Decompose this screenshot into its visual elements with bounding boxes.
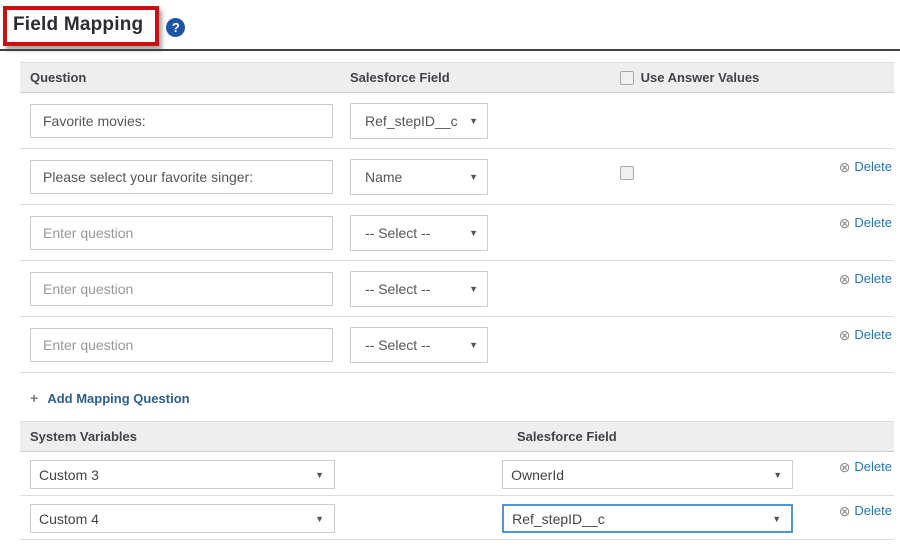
chevron-down-icon: ▼	[469, 284, 478, 294]
salesforce-field-select[interactable]: Ref_stepID__c ▼	[350, 103, 488, 139]
salesforce-field-value: Ref_stepID__c	[512, 511, 605, 527]
annotation-highlight-box: Field Mapping	[3, 6, 159, 46]
delete-circle-x-icon: ⊗	[839, 272, 851, 286]
chevron-down-icon: ▼	[315, 514, 324, 524]
use-answer-values-checkbox[interactable]	[620, 71, 634, 85]
table-row: --Select-- ▼ --Select-- ▼ ⊗ Delete	[20, 540, 894, 548]
table-row: Custom 4 ▼ Ref_stepID__c ▼ ⊗ Delete	[20, 496, 894, 540]
question-input[interactable]	[30, 160, 333, 194]
salesforce-field-select[interactable]: OwnerId ▼	[502, 460, 793, 489]
delete-label: Delete	[854, 159, 892, 174]
salesforce-field-select[interactable]: Name ▼	[350, 159, 488, 195]
salesforce-field-value: -- Select --	[365, 281, 430, 297]
column-header-use-answer-values: Use Answer Values	[498, 70, 790, 86]
question-table-header: Question Salesforce Field Use Answer Val…	[20, 62, 894, 93]
system-variable-select[interactable]: Custom 3 ▼	[30, 460, 335, 489]
column-header-system-variables: System Variables	[30, 429, 517, 444]
delete-label: Delete	[854, 459, 892, 474]
delete-label: Delete	[854, 271, 892, 286]
delete-button[interactable]: ⊗ Delete	[839, 327, 892, 342]
use-answer-values-row-checkbox[interactable]	[620, 166, 634, 180]
column-header-salesforce-field: Salesforce Field	[350, 70, 498, 85]
help-icon[interactable]: ?	[166, 18, 185, 37]
table-row: -- Select -- ▼ ⊗ Delete	[20, 205, 894, 261]
delete-label: Delete	[854, 327, 892, 342]
chevron-down-icon: ▼	[469, 340, 478, 350]
delete-button[interactable]: ⊗ Delete	[839, 271, 892, 286]
delete-circle-x-icon: ⊗	[839, 460, 851, 474]
chevron-down-icon: ▼	[469, 228, 478, 238]
page-header: Field Mapping ?	[0, 0, 900, 48]
page-title: Field Mapping	[13, 14, 143, 35]
system-table-header: System Variables Salesforce Field	[20, 421, 894, 452]
delete-circle-x-icon: ⊗	[839, 216, 851, 230]
delete-circle-x-icon: ⊗	[839, 504, 851, 518]
system-variable-value: Custom 4	[39, 511, 99, 527]
salesforce-field-select[interactable]: -- Select -- ▼	[350, 327, 488, 363]
table-row: Name ▼ ⊗ Delete	[20, 149, 894, 205]
table-row: -- Select -- ▼ ⊗ Delete	[20, 261, 894, 317]
delete-button[interactable]: ⊗ Delete	[839, 503, 892, 518]
add-mapping-question-button[interactable]: + Add Mapping Question	[30, 391, 190, 406]
column-header-salesforce-field: Salesforce Field	[517, 429, 790, 444]
delete-button[interactable]: ⊗ Delete	[839, 215, 892, 230]
salesforce-field-select[interactable]: -- Select -- ▼	[350, 215, 488, 251]
add-mapping-question-label: Add Mapping Question	[47, 391, 189, 406]
question-input[interactable]	[30, 328, 333, 362]
delete-label: Delete	[854, 503, 892, 518]
question-input[interactable]	[30, 104, 333, 138]
table-row: Ref_stepID__c ▼	[20, 93, 894, 149]
salesforce-field-value: -- Select --	[365, 225, 430, 241]
question-input[interactable]	[30, 216, 333, 250]
salesforce-field-select-focused[interactable]: Ref_stepID__c ▼	[502, 504, 793, 533]
salesforce-field-value: OwnerId	[511, 467, 564, 483]
salesforce-field-value: Ref_stepID__c	[365, 113, 458, 129]
table-row: -- Select -- ▼ ⊗ Delete	[20, 317, 894, 373]
salesforce-field-value: Name	[365, 169, 402, 185]
salesforce-field-select[interactable]: -- Select -- ▼	[350, 271, 488, 307]
chevron-down-icon: ▼	[469, 116, 478, 126]
table-row: Custom 3 ▼ OwnerId ▼ ⊗ Delete	[20, 452, 894, 496]
chevron-down-icon: ▼	[773, 470, 782, 480]
delete-button[interactable]: ⊗ Delete	[839, 159, 892, 174]
system-variable-value: Custom 3	[39, 467, 99, 483]
delete-circle-x-icon: ⊗	[839, 328, 851, 342]
system-variables-table: System Variables Salesforce Field Custom…	[20, 421, 894, 548]
question-mapping-table: Question Salesforce Field Use Answer Val…	[20, 62, 894, 373]
salesforce-field-value: -- Select --	[365, 337, 430, 353]
system-variable-select[interactable]: Custom 4 ▼	[30, 504, 335, 533]
header-divider	[0, 49, 900, 51]
chevron-down-icon: ▼	[772, 514, 781, 524]
question-input[interactable]	[30, 272, 333, 306]
column-header-question: Question	[30, 70, 350, 85]
delete-circle-x-icon: ⊗	[839, 160, 851, 174]
chevron-down-icon: ▼	[315, 470, 324, 480]
delete-button[interactable]: ⊗ Delete	[839, 459, 892, 474]
use-answer-values-label: Use Answer Values	[641, 70, 760, 85]
plus-icon: +	[30, 390, 38, 406]
chevron-down-icon: ▼	[469, 172, 478, 182]
delete-label: Delete	[854, 215, 892, 230]
